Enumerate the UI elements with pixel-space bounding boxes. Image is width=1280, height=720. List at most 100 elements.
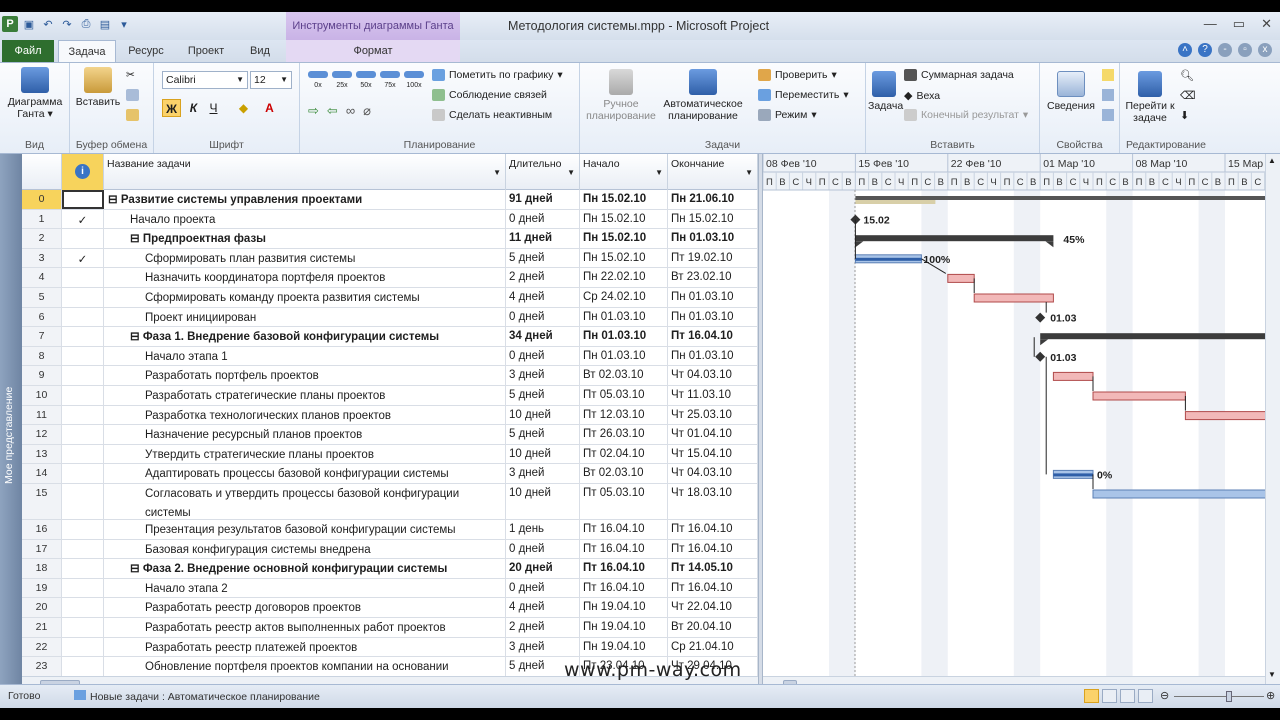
finish-cell[interactable]: Ср 21.04.10 xyxy=(668,637,758,657)
task-name-cell[interactable]: Утвердить стратегические планы проектов xyxy=(104,444,506,464)
row-id-cell[interactable]: 9 xyxy=(22,366,62,385)
window-minimize-icon[interactable]: - xyxy=(1218,43,1232,57)
finish-cell[interactable]: Пн 01.03.10 xyxy=(668,346,758,366)
finish-cell[interactable]: Пт 16.04.10 xyxy=(668,578,758,598)
format-painter-button[interactable] xyxy=(126,109,139,121)
pct-25-button[interactable]: 25x xyxy=(332,71,352,90)
table-row[interactable]: 11 Разработка технологических планов прое… xyxy=(22,405,758,426)
table-row[interactable]: 8 Начало этапа 10 дней Пн 01.03.10 Пн 01.03… xyxy=(22,346,758,367)
row-id-cell[interactable]: 22 xyxy=(22,637,62,657)
indicator-cell[interactable] xyxy=(62,637,104,657)
task-name-cell[interactable]: Разработать реестр платежей проектов xyxy=(104,637,506,657)
pct-0-button[interactable]: 0x xyxy=(308,71,328,90)
start-cell[interactable]: Пн 15.02.10 xyxy=(580,190,668,209)
start-cell[interactable]: Ср 24.02.10 xyxy=(580,288,668,307)
finish-cell[interactable]: Чт 04.03.10 xyxy=(668,464,758,483)
row-id-cell[interactable]: 19 xyxy=(22,578,62,598)
window-restore-icon[interactable]: ▫ xyxy=(1238,43,1252,57)
indicator-cell[interactable]: ✓ xyxy=(62,248,104,268)
tab-task[interactable]: Задача xyxy=(58,40,116,62)
duration-cell[interactable]: 10 дней xyxy=(506,444,580,464)
highlight-color-icon[interactable]: ◆ xyxy=(234,99,253,117)
tab-file[interactable]: Файл xyxy=(2,40,54,62)
indicator-cell[interactable] xyxy=(62,190,104,209)
row-id-cell[interactable]: 2 xyxy=(22,229,62,248)
finish-cell[interactable]: Пт 16.04.10 xyxy=(668,520,758,539)
duration-cell[interactable]: 0 дней xyxy=(506,209,580,229)
row-id-cell[interactable]: 20 xyxy=(22,598,62,617)
cut-button[interactable]: ✂ xyxy=(126,69,135,81)
table-row[interactable]: 16 Презентация результатов базовой конфиг… xyxy=(22,520,758,540)
task-name-cell[interactable]: Базовая конфигурация системы внедрена xyxy=(104,539,506,559)
indicator-cell[interactable] xyxy=(62,405,104,425)
start-cell[interactable]: Пн 15.02.10 xyxy=(580,209,668,229)
table-row[interactable]: 1 ✓ Начало проекта 0 дней Пн 15.02.10 Пн 15.0… xyxy=(22,209,758,230)
information-button[interactable]: Сведения xyxy=(1044,71,1098,112)
indicator-cell[interactable] xyxy=(62,288,104,307)
task-name-cell[interactable]: Согласовать и утвердить процессы базовой… xyxy=(104,484,506,519)
row-id-cell[interactable]: 0 xyxy=(22,190,62,209)
finish-cell[interactable]: Чт 18.03.10 xyxy=(668,484,758,519)
table-row[interactable]: 6 Проект инициирован 0 дней Пн 01.03.10 Пн 0… xyxy=(22,307,758,328)
table-row[interactable]: 4 Назначить координатора портфеля проекто… xyxy=(22,268,758,288)
row-id-cell[interactable]: 6 xyxy=(22,307,62,327)
table-row[interactable]: 19 Начало этапа 20 дней Пт 16.04.10 Пт 16.0… xyxy=(22,578,758,599)
indicator-cell[interactable] xyxy=(62,539,104,559)
start-cell[interactable]: Вт 02.03.10 xyxy=(580,464,668,483)
finish-cell[interactable]: Пн 01.03.10 xyxy=(668,229,758,248)
zoom-in-icon[interactable]: ⊕ xyxy=(1266,689,1275,702)
filter-dropdown-icon[interactable]: ▼ xyxy=(745,168,753,177)
view-bar[interactable]: Мое представление xyxy=(0,154,22,684)
milestone-button[interactable]: ◆ Веха xyxy=(904,89,940,103)
task-name-cell[interactable]: ⊟ Фаза 2. Внедрение основной конфигураци… xyxy=(104,559,506,578)
duration-cell[interactable]: 5 дней xyxy=(506,425,580,444)
indicator-cell[interactable]: ✓ xyxy=(62,209,104,229)
start-cell[interactable]: Пн 22.02.10 xyxy=(580,268,668,287)
table-row[interactable]: 9 Разработать портфель проектов 3 дней Вт 0… xyxy=(22,366,758,386)
manual-schedule-button[interactable]: Ручное планирование xyxy=(586,69,656,122)
table-row[interactable]: 20 Разработать реестр договоров проектов 4… xyxy=(22,598,758,618)
task-name-cell[interactable]: Разработка технологических планов проект… xyxy=(104,405,506,425)
inactivate-button[interactable]: Сделать неактивным xyxy=(432,109,552,121)
start-cell[interactable]: Пн 19.04.10 xyxy=(580,618,668,637)
mode-button[interactable]: Режим ▾ xyxy=(758,109,817,121)
task-name-cell[interactable]: Назначить координатора портфеля проектов xyxy=(104,268,506,287)
duration-cell[interactable]: 0 дней xyxy=(506,539,580,559)
duration-cell[interactable]: 0 дней xyxy=(506,307,580,327)
window-close-icon[interactable]: x xyxy=(1258,43,1272,57)
filter-dropdown-icon[interactable]: ▼ xyxy=(567,168,575,177)
tab-resource[interactable]: Ресурс xyxy=(120,40,172,62)
table-row[interactable]: 15 Согласовать и утвердить процессы базов… xyxy=(22,484,758,520)
table-row[interactable]: 21 Разработать реестр актов выполненных р… xyxy=(22,618,758,638)
minimize-icon[interactable]: — xyxy=(1204,16,1217,32)
font-color-icon[interactable]: A xyxy=(260,99,279,117)
finish-cell[interactable]: Пт 14.05.10 xyxy=(668,559,758,578)
duration-cell[interactable]: 0 дней xyxy=(506,578,580,598)
bold-button[interactable]: Ж xyxy=(162,99,181,117)
duration-cell[interactable]: 5 дней xyxy=(506,386,580,405)
italic-button[interactable]: К xyxy=(184,99,203,117)
copy-button[interactable] xyxy=(126,89,139,101)
pct-75-button[interactable]: 75x xyxy=(380,71,400,90)
task-name-cell[interactable]: Начало этапа 1 xyxy=(104,346,506,366)
zoom-thumb[interactable] xyxy=(1226,691,1232,702)
start-cell[interactable]: Пн 01.03.10 xyxy=(580,346,668,366)
indicator-cell[interactable] xyxy=(62,578,104,598)
duration-cell[interactable]: 4 дней xyxy=(506,288,580,307)
row-id-cell[interactable]: 11 xyxy=(22,405,62,425)
indicator-cell[interactable] xyxy=(62,229,104,248)
table-row[interactable]: 0 ⊟ Развитие системы управления проектами… xyxy=(22,190,758,210)
start-cell[interactable]: Вт 02.03.10 xyxy=(580,366,668,385)
close-icon[interactable]: ✕ xyxy=(1261,16,1272,32)
finish-cell[interactable]: Чт 01.04.10 xyxy=(668,425,758,444)
indicator-cell[interactable] xyxy=(62,307,104,327)
task-name-cell[interactable]: ⊟ Фаза 1. Внедрение базовой конфигурации… xyxy=(104,327,506,346)
start-header[interactable]: Начало ▼ xyxy=(580,154,668,190)
start-cell[interactable]: Пн 15.02.10 xyxy=(580,229,668,248)
task-name-cell[interactable]: ⊟ Предпроектная фазы xyxy=(104,229,506,248)
move-button[interactable]: Переместить ▾ xyxy=(758,89,849,101)
maximize-icon[interactable]: ▭ xyxy=(1233,16,1245,32)
font-size-select[interactable]: 12 ▼ xyxy=(250,71,292,89)
task-name-header[interactable]: Название задачи ▼ xyxy=(104,154,506,190)
row-id-cell[interactable]: 15 xyxy=(22,484,62,519)
